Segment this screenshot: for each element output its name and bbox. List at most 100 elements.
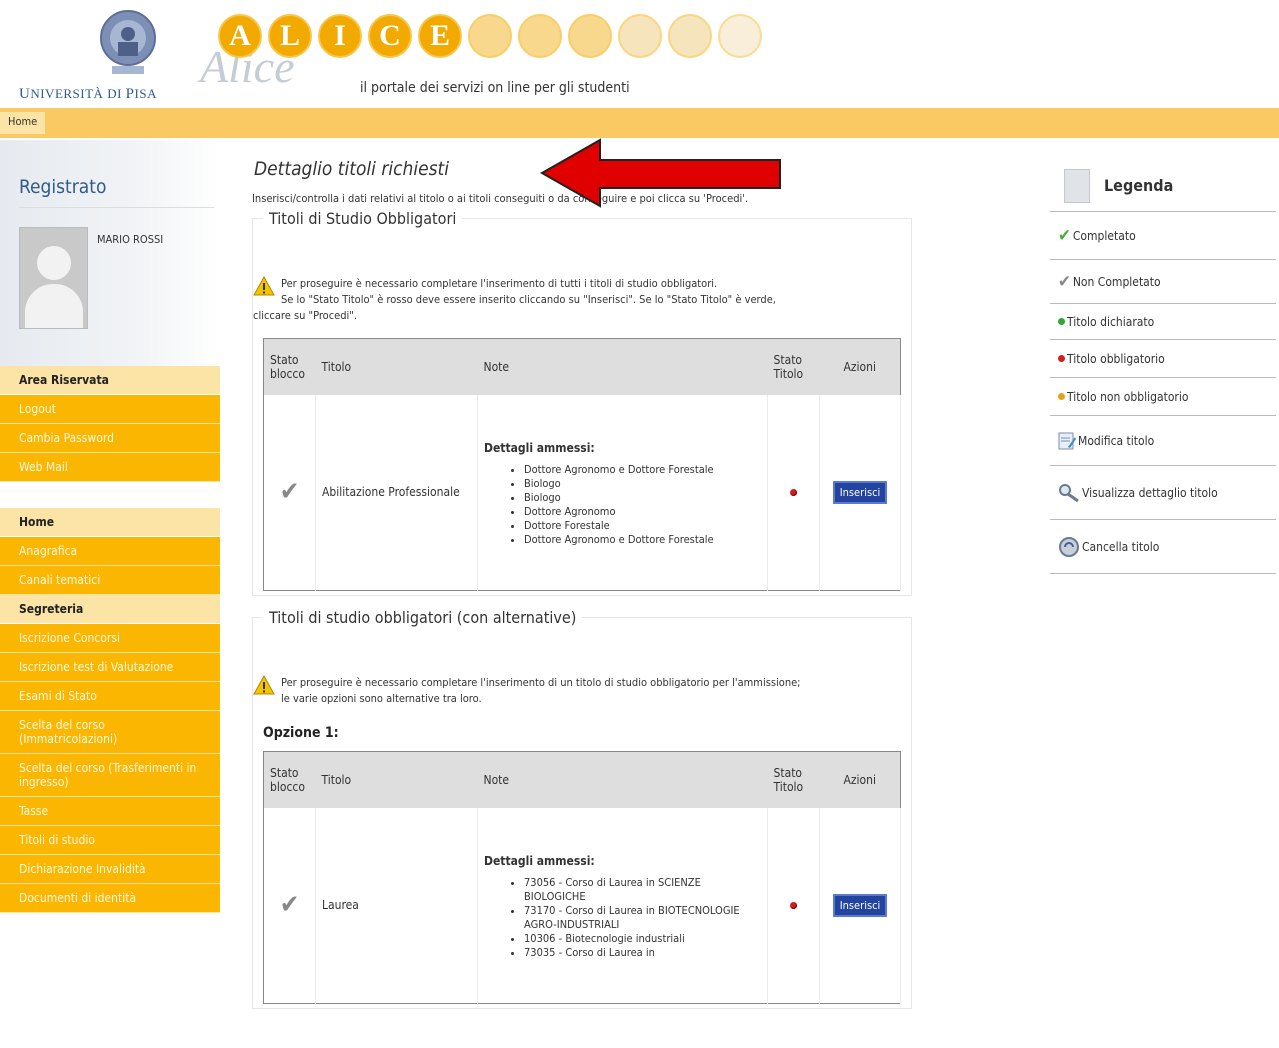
list-item: Dottore Agronomo e Dottore Forestale bbox=[524, 463, 761, 477]
student-photo-icon bbox=[468, 14, 512, 58]
edit-icon bbox=[1058, 432, 1076, 449]
menu-item-trasferimenti[interactable]: Scelta del corso (Trasferimenti in ingre… bbox=[0, 754, 220, 797]
menu-item-tasse[interactable]: Tasse bbox=[0, 797, 220, 826]
alice-logo[interactable]: A L I C E bbox=[218, 14, 768, 58]
legend-label: Modifica titolo bbox=[1078, 433, 1155, 448]
table-row: ✔ Laurea Dettagli ammessi: 73056 - Corso… bbox=[263, 807, 901, 1004]
status-red-dot-icon bbox=[790, 489, 797, 497]
list-item: 73035 - Corso di Laurea in bbox=[524, 946, 761, 960]
sidebar: Registrato MARIO ROSSI Area Riservata Lo… bbox=[0, 140, 220, 913]
avatar-body bbox=[25, 284, 83, 328]
legend-label: Completato bbox=[1072, 228, 1136, 243]
top-nav-bar: Home bbox=[0, 108, 1279, 138]
list-item: Dottore Forestale bbox=[524, 519, 761, 533]
legend-label: Titolo obbligatorio bbox=[1067, 351, 1165, 366]
menu-item-iscrizione-concorsi[interactable]: Iscrizione Concorsi bbox=[0, 624, 220, 653]
column-header: Titolo bbox=[315, 338, 478, 395]
legend-item-cancella: Cancella titolo bbox=[1050, 520, 1276, 574]
section-legend: Titoli di Studio Obbligatori bbox=[269, 209, 457, 228]
menu-item-dichiarazione-invalidita[interactable]: Dichiarazione Invalidità bbox=[0, 855, 220, 884]
menu-item-web-mail[interactable]: Web Mail bbox=[0, 453, 220, 482]
student-photo-icon bbox=[518, 14, 562, 58]
legend-header: Legenda bbox=[1050, 160, 1276, 212]
area-riservata-menu: Area Riservata Logout Cambia Password We… bbox=[0, 366, 220, 482]
portal-tagline: il portale dei servizi on line per gli s… bbox=[360, 80, 630, 96]
alice-letter-i: I bbox=[318, 14, 362, 58]
menu-item-canali-tematici[interactable]: Canali tematici bbox=[0, 566, 220, 595]
titolo-cell: Abilitazione Professionale bbox=[315, 394, 478, 591]
warning-line: cliccare su "Procedi". bbox=[253, 309, 357, 322]
section-legend: Titoli di studio obbligatori (con altern… bbox=[269, 608, 577, 627]
username: MARIO ROSSI bbox=[97, 233, 164, 246]
checkmark-icon: ✔ bbox=[279, 890, 300, 921]
menu-item-home[interactable]: Home bbox=[0, 508, 220, 537]
legend-item-titolo-dichiarato: Titolo dichiarato bbox=[1050, 304, 1276, 340]
note-heading: Dettagli ammessi: bbox=[484, 441, 595, 456]
student-photo-icon bbox=[718, 14, 762, 58]
alice-letter-l: L bbox=[268, 14, 312, 58]
note-cell: Dettagli ammessi: Dottore Agronomo e Dot… bbox=[477, 394, 768, 591]
menu-item-cambia-password[interactable]: Cambia Password bbox=[0, 424, 220, 453]
menu-item-titoli-di-studio[interactable]: Titoli di studio bbox=[0, 826, 220, 855]
home-menu: Home Anagrafica Canali tematici Segreter… bbox=[0, 508, 220, 913]
header: UNIVERSITÀ DI PISA Alice A L I C E il po… bbox=[0, 0, 1279, 108]
red-dot-icon bbox=[1058, 355, 1065, 362]
legend-label: Cancella titolo bbox=[1082, 539, 1160, 554]
main-content: Dettaglio titoli richiesti Inserisci/con… bbox=[252, 150, 912, 1021]
warning-message: Per proseguire è necessario completare l… bbox=[253, 276, 911, 324]
student-photo-icon bbox=[568, 14, 612, 58]
user-panel: Registrato MARIO ROSSI bbox=[0, 140, 220, 366]
column-header: Stato blocco bbox=[263, 338, 316, 395]
menu-item-immatricolazioni[interactable]: Scelta del corso (Immatricolazioni) bbox=[0, 711, 220, 754]
menu-item-iscrizione-test[interactable]: Iscrizione test di Valutazione bbox=[0, 653, 220, 682]
menu-item-documenti-identita[interactable]: Documenti di identità bbox=[0, 884, 220, 913]
university-name[interactable]: UNIVERSITÀ DI PISA bbox=[19, 86, 157, 103]
legend-title: Legenda bbox=[1104, 176, 1174, 195]
magnifier-icon bbox=[1059, 483, 1079, 502]
area-riservata-heading: Area Riservata bbox=[0, 366, 220, 395]
list-item: 73170 - Corso di Laurea in BIOTECNOLOGIE… bbox=[524, 904, 761, 932]
student-photo-icon bbox=[668, 14, 712, 58]
registered-heading: Registrato bbox=[19, 176, 107, 198]
menu-item-esami-di-stato[interactable]: Esami di Stato bbox=[0, 682, 220, 711]
breadcrumb-home-link[interactable]: Home bbox=[0, 112, 46, 134]
note-heading: Dettagli ammessi: bbox=[484, 854, 595, 869]
segreteria-heading: Segreteria bbox=[0, 595, 220, 624]
orange-dot-icon bbox=[1058, 393, 1065, 400]
legend-item-titolo-obbligatorio: Titolo obbligatorio bbox=[1050, 340, 1276, 378]
warning-line: Per proseguire è necessario completare l… bbox=[281, 676, 801, 689]
table-row: ✔ Abilitazione Professionale Dettagli am… bbox=[263, 394, 901, 591]
note-list: 73056 - Corso di Laurea in SCIENZE BIOLO… bbox=[502, 876, 761, 960]
legend-item-modifica: Modifica titolo bbox=[1050, 416, 1276, 466]
alice-letter-c: C bbox=[368, 14, 412, 58]
column-header: Note bbox=[477, 751, 768, 808]
legend-item-non-completato: ✔ Non Completato bbox=[1050, 260, 1276, 304]
legend-label: Titolo non obbligatorio bbox=[1067, 389, 1189, 404]
inserisci-button[interactable]: Inserisci bbox=[832, 893, 888, 917]
column-header: Stato Titolo bbox=[767, 338, 820, 395]
delete-icon bbox=[1059, 536, 1079, 557]
inserisci-button[interactable]: Inserisci bbox=[832, 480, 888, 504]
avatar-head bbox=[37, 246, 71, 280]
alice-letter-e: E bbox=[418, 14, 462, 58]
legend-label: Titolo dichiarato bbox=[1067, 314, 1155, 329]
list-item: Biologo bbox=[524, 491, 761, 505]
menu-item-anagrafica[interactable]: Anagrafica bbox=[0, 537, 220, 566]
menu-item-logout[interactable]: Logout bbox=[0, 395, 220, 424]
titoli-table: Stato blocco Titolo Note Stato Titolo Az… bbox=[263, 338, 901, 591]
titoli-table: Stato blocco Titolo Note Stato Titolo Az… bbox=[263, 751, 901, 1004]
table-header-row: Stato blocco Titolo Note Stato Titolo Az… bbox=[263, 338, 901, 395]
green-check-icon: ✔ bbox=[1058, 225, 1071, 246]
option-label: Opzione 1: bbox=[263, 725, 339, 741]
menu-spacer bbox=[0, 482, 220, 508]
column-header: Azioni bbox=[819, 751, 901, 808]
status-red-dot-icon bbox=[790, 902, 797, 910]
legend-label: Visualizza dettaglio titolo bbox=[1082, 485, 1218, 500]
column-header: Stato Titolo bbox=[767, 751, 820, 808]
column-header: Note bbox=[477, 338, 768, 395]
list-item: 10306 - Biotecnologie industriali bbox=[524, 932, 761, 946]
note-list: Dottore Agronomo e Dottore Forestale Bio… bbox=[502, 463, 761, 547]
gray-check-icon: ✔ bbox=[1058, 271, 1071, 292]
list-item: 73056 - Corso di Laurea in SCIENZE BIOLO… bbox=[524, 876, 761, 904]
checkmark-icon: ✔ bbox=[279, 477, 300, 508]
